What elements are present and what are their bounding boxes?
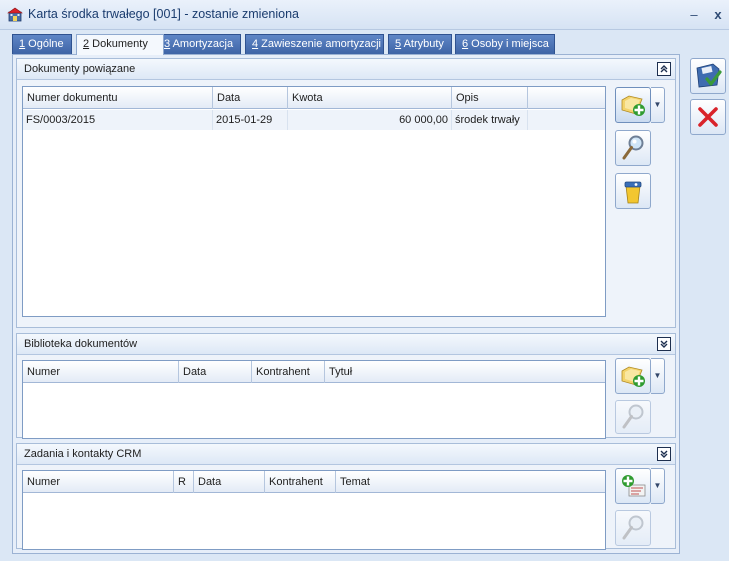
delete-document-button[interactable] [615, 173, 651, 209]
grid-header: Numer dokumentu Data Kwota Opis [23, 87, 605, 109]
add-library-document-dropdown[interactable]: ▼ [651, 358, 665, 394]
tab-label: Osoby i miejsca [468, 38, 549, 50]
section-title: Biblioteka dokumentów [24, 338, 138, 350]
column-header-number[interactable]: Numer dokumentu [23, 87, 213, 109]
magnifier-icon [622, 404, 644, 429]
related-documents-section: Dokumenty powiązane Numer dokumentu Data… [16, 58, 676, 328]
close-window-button[interactable]: x [709, 6, 727, 24]
tab-label: Amortyzacja [170, 38, 234, 50]
preview-library-document-button[interactable] [615, 400, 651, 434]
column-header-date[interactable]: Data [179, 361, 252, 383]
add-crm-task-button[interactable] [615, 468, 651, 504]
tab-label: Ogólne [25, 38, 64, 50]
tab-dokumenty[interactable]: 2 Dokumenty [76, 34, 164, 55]
magnifier-icon [622, 515, 644, 540]
cell-amount: 60 000,00 [288, 110, 452, 130]
add-library-document-button[interactable] [615, 358, 651, 394]
crm-tasks-section: Zadania i kontakty CRM Numer R Data Kont… [16, 443, 676, 550]
section-header: Zadania i kontakty CRM [17, 444, 675, 465]
tab-panel: Dokumenty powiązane Numer dokumentu Data… [12, 54, 680, 554]
cancel-button[interactable] [690, 99, 726, 135]
double-chevron-up-icon[interactable] [657, 62, 671, 76]
tab-atrybuty[interactable]: 5 Atrybuty [388, 34, 452, 54]
column-header-contractor[interactable]: Kontrahent [252, 361, 325, 383]
grid-header: Numer R Data Kontrahent Temat [23, 471, 605, 493]
tab-label: Dokumenty [89, 38, 148, 50]
column-header-amount[interactable]: Kwota [288, 87, 452, 109]
preview-crm-task-button[interactable] [615, 510, 651, 546]
double-chevron-down-icon[interactable] [657, 337, 671, 351]
floppy-save-icon [696, 63, 722, 88]
column-header-date[interactable]: Data [213, 87, 288, 109]
crm-tasks-grid[interactable]: Numer R Data Kontrahent Temat [22, 470, 606, 550]
related-documents-grid[interactable]: Numer dokumentu Data Kwota Opis FS/0003/… [22, 86, 606, 317]
section-header: Dokumenty powiązane [17, 59, 675, 80]
app-icon [7, 7, 23, 23]
folder-add-icon [621, 366, 645, 387]
column-header-subject[interactable]: Temat [336, 471, 605, 493]
column-header-contractor[interactable]: Kontrahent [265, 471, 336, 493]
column-header-date[interactable]: Data [194, 471, 265, 493]
preview-document-button[interactable] [615, 130, 651, 166]
section-title: Zadania i kontakty CRM [24, 448, 142, 460]
cell-date: 2015-01-29 [213, 110, 288, 130]
tab-label: Zawieszenie amortyzacji [258, 38, 381, 50]
window-title: Karta środka trwałego [001] - zostanie z… [28, 7, 299, 21]
cell-number: FS/0003/2015 [23, 110, 213, 130]
tab-amortyzacja[interactable]: 3 Amortyzacja [157, 34, 241, 54]
trash-bin-icon [624, 181, 642, 204]
column-header-description[interactable]: Opis [452, 87, 528, 109]
document-library-section: Biblioteka dokumentów Numer Data Kontrah… [16, 333, 676, 439]
folder-add-icon [621, 95, 645, 116]
document-library-grid[interactable]: Numer Data Kontrahent Tytuł [22, 360, 606, 439]
column-header-number[interactable]: Numer [23, 471, 174, 493]
add-crm-task-dropdown[interactable]: ▼ [651, 468, 665, 504]
tab-osoby-i-miejsca[interactable]: 6 Osoby i miejsca [455, 34, 555, 54]
table-row[interactable]: FS/0003/2015 2015-01-29 60 000,00 środek… [23, 110, 605, 130]
section-title: Dokumenty powiązane [24, 63, 136, 75]
red-x-icon [698, 107, 718, 127]
title-bar: Karta środka trwałego [001] - zostanie z… [0, 0, 729, 30]
save-button[interactable] [690, 58, 726, 94]
minimize-button[interactable]: – [685, 6, 703, 24]
double-chevron-down-icon[interactable] [657, 447, 671, 461]
tab-label: Atrybuty [401, 38, 444, 50]
grid-header: Numer Data Kontrahent Tytuł [23, 361, 605, 383]
column-header-r[interactable]: R [174, 471, 194, 493]
column-header-title[interactable]: Tytuł [325, 361, 605, 383]
column-header-number[interactable]: Numer [23, 361, 179, 383]
add-document-dropdown[interactable]: ▼ [651, 87, 665, 123]
column-header-empty [528, 87, 605, 109]
tab-ogolne[interactable]: 1 Ogólne [12, 34, 72, 54]
cell-description: środek trwały [452, 110, 528, 130]
task-add-icon [622, 475, 646, 497]
tab-zawieszenie-amortyzacji[interactable]: 4 Zawieszenie amortyzacji [245, 34, 384, 54]
magnifier-icon [622, 135, 644, 160]
section-header: Biblioteka dokumentów [17, 334, 675, 355]
add-document-button[interactable] [615, 87, 651, 123]
